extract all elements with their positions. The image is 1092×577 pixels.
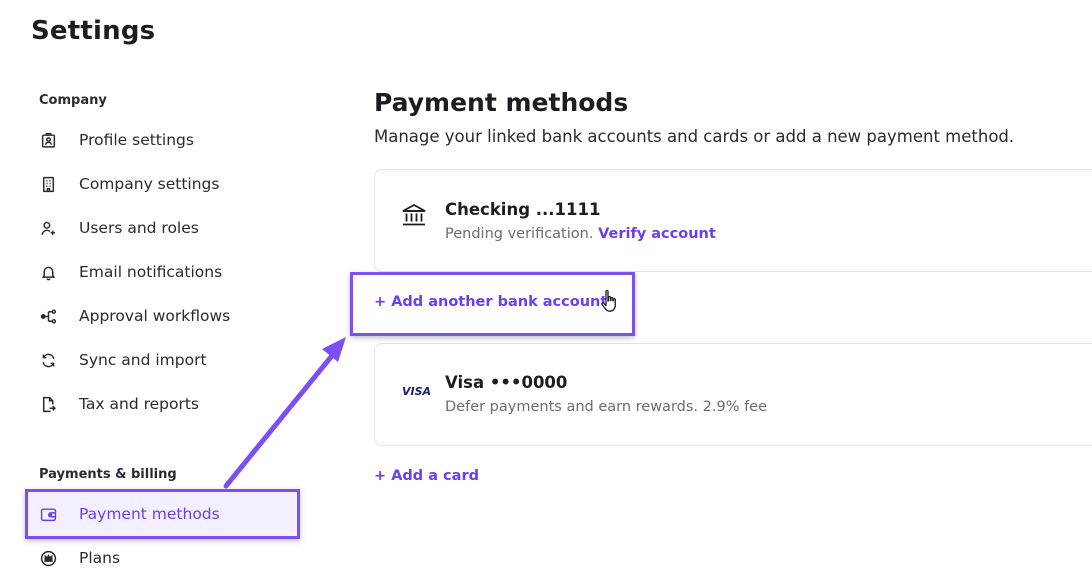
sidebar-item-profile-settings[interactable]: Profile settings (40, 128, 194, 152)
add-bank-highlight-box (350, 272, 635, 336)
sidebar-item-label: Sync and import (79, 351, 207, 369)
user-plus-icon (40, 218, 66, 238)
sidebar-item-plans[interactable]: Plans (40, 546, 120, 570)
sidebar-item-label: Users and roles (79, 219, 199, 237)
bank-icon (401, 203, 427, 227)
bank-account-card[interactable]: Checking ...1111 Pending verification. V… (374, 169, 1092, 272)
visa-card-description: Defer payments and earn rewards. 2.9% fe… (445, 399, 768, 415)
add-card-link[interactable]: + Add a card (374, 468, 479, 484)
sidebar-item-label: Approval workflows (79, 307, 231, 325)
visa-card-title: Visa •••0000 (445, 373, 568, 392)
sync-icon (40, 350, 66, 370)
building-icon (40, 174, 66, 194)
verify-account-link[interactable]: Verify account (598, 226, 716, 242)
sidebar-item-payment-methods[interactable]: Payment methods (25, 489, 300, 539)
sidebar-item-label: Tax and reports (79, 395, 200, 413)
visa-logo-text: VISA (402, 385, 431, 398)
visa-logo: VISA (401, 384, 431, 398)
sidebar-item-label: Company settings (79, 175, 220, 193)
visa-card[interactable]: VISA Visa •••0000 Defer payments and ear… (374, 343, 1092, 446)
crown-icon (40, 548, 66, 568)
bank-account-title: Checking ...1111 (445, 200, 601, 219)
sidebar-item-label: Email notifications (79, 263, 223, 281)
content-title: Payment methods (374, 88, 629, 117)
workflow-icon (40, 306, 66, 326)
wallet-icon (40, 504, 66, 524)
sidebar-section-company-label: Company (39, 93, 107, 108)
sidebar-item-label: Profile settings (79, 131, 194, 149)
sidebar-section-payments-label: Payments & billing (39, 467, 177, 482)
annotation-arrow (223, 349, 338, 489)
sidebar-item-approval-workflows[interactable]: Approval workflows (40, 304, 230, 328)
bell-icon (40, 262, 66, 282)
page-title: Settings (31, 16, 156, 46)
sidebar-item-email-notifications[interactable]: Email notifications (40, 260, 222, 284)
sidebar-item-users-and-roles[interactable]: Users and roles (40, 216, 199, 240)
bank-account-status-line: Pending verification. Verify account (445, 226, 716, 242)
sidebar-item-tax-and-reports[interactable]: Tax and reports (40, 392, 199, 416)
sidebar-item-company-settings[interactable]: Company settings (40, 172, 219, 196)
bank-account-status: Pending verification. (445, 226, 594, 242)
content-subtitle: Manage your linked bank accounts and car… (374, 127, 1015, 146)
annotation-arrowhead (322, 337, 346, 362)
sidebar-item-label: Plans (79, 549, 121, 567)
sidebar-item-sync-and-import[interactable]: Sync and import (40, 348, 207, 372)
id-badge-icon (40, 130, 66, 150)
sidebar-item-label: Payment methods (79, 505, 220, 523)
document-export-icon (40, 394, 66, 414)
